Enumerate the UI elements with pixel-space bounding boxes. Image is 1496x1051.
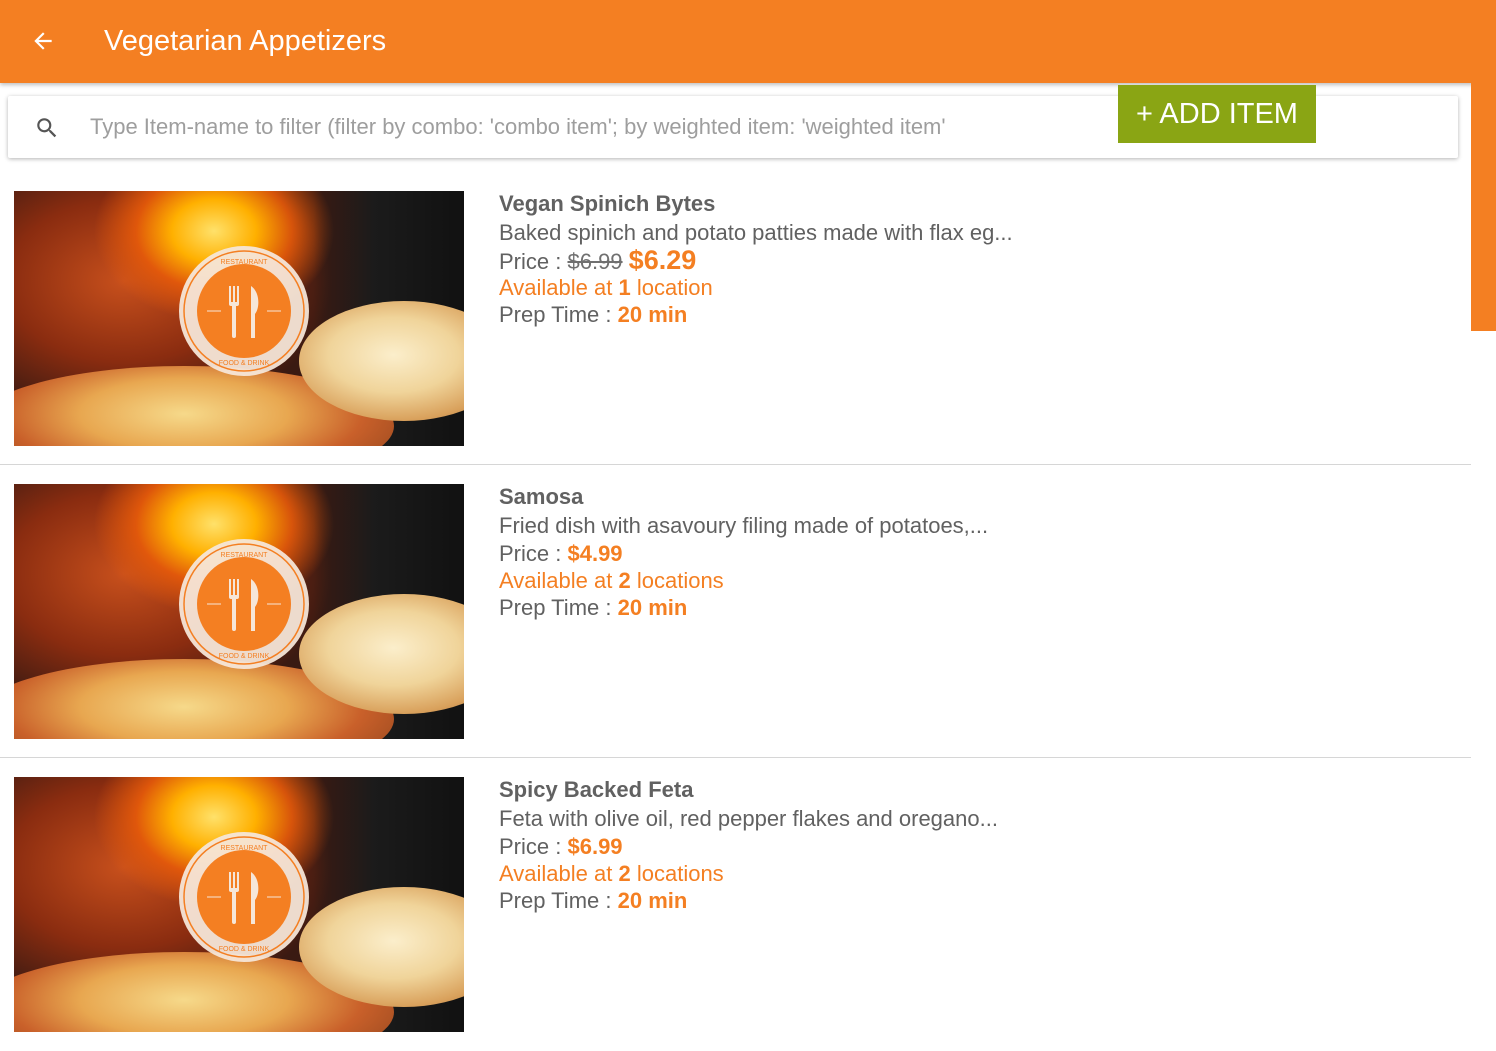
locations-count: 2 [618, 861, 631, 886]
scrollbar-thumb[interactable] [1471, 83, 1496, 331]
prep-time-value: 20 min [617, 888, 688, 913]
item-price-row: Price : $6.99 [499, 833, 1439, 860]
svg-text:FOOD & DRINK: FOOD & DRINK [219, 360, 270, 367]
app-bar: Vegetarian Appetizers [0, 0, 1496, 83]
arrow-back-icon [34, 32, 52, 50]
svg-text:FOOD & DRINK: FOOD & DRINK [219, 653, 270, 660]
prep-time: Prep Time : 20 min [499, 595, 688, 620]
item-price-row: Price : $6.99 $6.29 [499, 245, 1439, 275]
item-name[interactable]: Vegan Spinich Bytes [499, 190, 1439, 218]
list-item[interactable]: RESTAURANT FOOD & DRINK Vegan Spinich By… [0, 172, 1471, 465]
item-price-row: Price : $4.99 [499, 540, 1439, 567]
prep-time-value: 20 min [617, 595, 688, 620]
item-description: Fried dish with asavoury filing made of … [499, 513, 989, 538]
svg-text:RESTAURANT: RESTAURANT [221, 845, 269, 852]
price: $4.99 [567, 541, 623, 566]
price-label: Price : [499, 249, 562, 274]
back-button[interactable] [20, 20, 66, 62]
item-description: Baked spinich and potato patties made wi… [499, 220, 1013, 245]
item-name[interactable]: Samosa [499, 483, 1439, 511]
price: $6.99 [567, 834, 623, 859]
availability-link[interactable]: Available at 2 locations [499, 860, 1439, 887]
sale-price: $6.29 [628, 245, 697, 275]
item-name[interactable]: Spicy Backed Feta [499, 776, 1439, 804]
item-description: Feta with olive oil, red pepper flakes a… [499, 806, 998, 831]
prep-time-value: 20 min [617, 302, 688, 327]
availability-link[interactable]: Available at 2 locations [499, 567, 1439, 594]
list-item[interactable]: RESTAURANT FOOD & DRINK Samosa Fried dis… [0, 465, 1471, 758]
item-thumbnail[interactable]: RESTAURANT FOOD & DRINK [14, 777, 464, 1032]
restaurant-logo-icon: RESTAURANT FOOD & DRINK [179, 832, 309, 962]
restaurant-logo-icon: RESTAURANT FOOD & DRINK [179, 246, 309, 376]
add-item-button[interactable]: + ADD ITEM [1118, 85, 1316, 143]
item-thumbnail[interactable]: RESTAURANT FOOD & DRINK [14, 191, 464, 446]
prep-time: Prep Time : 20 min [499, 888, 688, 913]
svg-text:RESTAURANT: RESTAURANT [221, 552, 269, 559]
search-icon [37, 118, 57, 138]
search-input[interactable] [90, 110, 1110, 144]
prep-time: Prep Time : 20 min [499, 302, 688, 327]
locations-count: 1 [618, 275, 631, 300]
price-label: Price : [499, 541, 562, 566]
svg-text:RESTAURANT: RESTAURANT [221, 259, 269, 266]
list-item[interactable]: RESTAURANT FOOD & DRINK Spicy Backed Fet… [0, 758, 1471, 1051]
availability-link[interactable]: Available at 1 location [499, 274, 1439, 301]
old-price: $6.99 [567, 249, 623, 274]
price-label: Price : [499, 834, 562, 859]
item-thumbnail[interactable]: RESTAURANT FOOD & DRINK [14, 484, 464, 739]
locations-count: 2 [618, 568, 631, 593]
svg-text:FOOD & DRINK: FOOD & DRINK [219, 946, 270, 953]
page-title: Vegetarian Appetizers [104, 25, 387, 57]
restaurant-logo-icon: RESTAURANT FOOD & DRINK [179, 539, 309, 669]
item-list: RESTAURANT FOOD & DRINK Vegan Spinich By… [0, 172, 1471, 1051]
